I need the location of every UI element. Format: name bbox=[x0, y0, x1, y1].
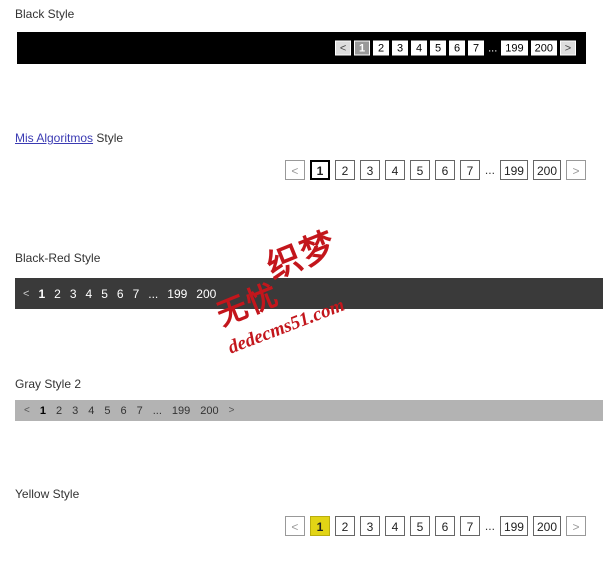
pager-black-next[interactable]: > bbox=[560, 40, 576, 56]
pager-mis-page-7[interactable]: 7 bbox=[459, 160, 480, 180]
pager-yellow-page-3[interactable]: 3 bbox=[359, 516, 380, 536]
pager-blackred-page-199[interactable]: 199 bbox=[167, 287, 187, 301]
pager-gray2-ellipsis: ... bbox=[152, 404, 162, 417]
pager-yellow-ellipsis: ... bbox=[484, 519, 495, 533]
pager-yellow-page-2[interactable]: 2 bbox=[334, 516, 355, 536]
section-title-yellow: Yellow Style bbox=[15, 487, 79, 501]
section-title-black: Black Style bbox=[15, 7, 74, 21]
pager-mis-page-200[interactable]: 200 bbox=[532, 160, 561, 180]
pager-gray2-page-4[interactable]: 4 bbox=[88, 405, 94, 417]
pagination-gray-2[interactable]: < 1 2 3 4 5 6 7 ... 199 200 > bbox=[24, 405, 234, 417]
section-title-blackred-text: Black-Red Style bbox=[15, 251, 101, 265]
pager-black-page-5[interactable]: 5 bbox=[430, 40, 447, 56]
pager-blackred-page-200[interactable]: 200 bbox=[196, 287, 216, 301]
pager-gray2-page-1[interactable]: 1 bbox=[40, 405, 46, 417]
pager-gray2-prev[interactable]: < bbox=[24, 405, 30, 416]
pager-gray2-next[interactable]: > bbox=[229, 405, 235, 416]
pager-blackred-prev[interactable]: < bbox=[23, 288, 29, 300]
pager-black-ellipsis: ... bbox=[488, 42, 498, 54]
pager-mis-page-6[interactable]: 6 bbox=[434, 160, 455, 180]
pager-yellow-page-199[interactable]: 199 bbox=[499, 516, 528, 536]
section-title-yellow-text: Yellow Style bbox=[15, 487, 80, 501]
section-title-mis-text: Style bbox=[96, 131, 124, 145]
pager-black-page-2[interactable]: 2 bbox=[373, 40, 390, 56]
gray-style-2-bar: < 1 2 3 4 5 6 7 ... 199 200 > bbox=[15, 400, 603, 421]
pagination-mis-algoritmos[interactable]: < 1 2 3 4 5 6 7 ... 199 200 > bbox=[284, 160, 586, 180]
pagination-yellow[interactable]: < 1 2 3 4 5 6 7 ... 199 200 > bbox=[284, 516, 586, 536]
pager-black-page-3[interactable]: 3 bbox=[392, 40, 409, 56]
pager-yellow-page-4[interactable]: 4 bbox=[384, 516, 405, 536]
pager-yellow-page-5[interactable]: 5 bbox=[409, 516, 430, 536]
pager-blackred-ellipsis: ... bbox=[148, 286, 159, 301]
pager-yellow-page-200[interactable]: 200 bbox=[532, 516, 561, 536]
pager-black-prev[interactable]: < bbox=[335, 40, 352, 56]
black-red-style-bar: < 1 2 3 4 5 6 7 ... 199 200 bbox=[15, 278, 603, 309]
pager-blackred-page-4[interactable]: 4 bbox=[86, 287, 93, 301]
pager-mis-page-1[interactable]: 1 bbox=[309, 160, 330, 180]
pager-mis-next[interactable]: > bbox=[566, 160, 586, 180]
pager-mis-page-3[interactable]: 3 bbox=[359, 160, 380, 180]
pager-yellow-next[interactable]: > bbox=[566, 516, 586, 536]
pager-black-page-7[interactable]: 7 bbox=[468, 40, 485, 56]
black-style-bar: < 1 2 3 4 5 6 7 ... 199 200 > bbox=[17, 32, 586, 64]
section-title-black-text: Black Style bbox=[15, 7, 75, 21]
pager-gray2-page-7[interactable]: 7 bbox=[137, 405, 143, 417]
pager-mis-page-199[interactable]: 199 bbox=[499, 160, 528, 180]
pager-black-page-200[interactable]: 200 bbox=[530, 40, 557, 56]
pager-blackred-page-6[interactable]: 6 bbox=[117, 287, 124, 301]
pagination-black[interactable]: < 1 2 3 4 5 6 7 ... 199 200 > bbox=[335, 40, 576, 56]
pager-blackred-page-7[interactable]: 7 bbox=[133, 287, 140, 301]
pagination-black-red[interactable]: < 1 2 3 4 5 6 7 ... 199 200 bbox=[23, 287, 216, 301]
mis-algoritmos-link[interactable]: Mis Algoritmos bbox=[15, 131, 93, 145]
pager-yellow-page-6[interactable]: 6 bbox=[434, 516, 455, 536]
pager-mis-page-5[interactable]: 5 bbox=[409, 160, 430, 180]
pager-blackred-page-5[interactable]: 5 bbox=[101, 287, 108, 301]
pager-gray2-page-2[interactable]: 2 bbox=[56, 405, 62, 417]
pager-blackred-page-1[interactable]: 1 bbox=[38, 287, 45, 301]
section-title-blackred: Black-Red Style bbox=[15, 251, 100, 265]
pager-blackred-page-2[interactable]: 2 bbox=[54, 287, 61, 301]
pager-yellow-page-7[interactable]: 7 bbox=[459, 516, 480, 536]
pager-mis-ellipsis: ... bbox=[484, 163, 495, 177]
pager-mis-prev[interactable]: < bbox=[284, 160, 305, 180]
pager-yellow-prev[interactable]: < bbox=[284, 516, 305, 536]
pager-mis-page-2[interactable]: 2 bbox=[334, 160, 355, 180]
pager-mis-page-4[interactable]: 4 bbox=[384, 160, 405, 180]
pager-gray2-page-199[interactable]: 199 bbox=[172, 405, 190, 417]
pager-blackred-page-3[interactable]: 3 bbox=[70, 287, 77, 301]
pager-gray2-page-5[interactable]: 5 bbox=[104, 405, 110, 417]
pager-black-page-199[interactable]: 199 bbox=[501, 40, 528, 56]
section-title-mis: Mis Algoritmos Style bbox=[15, 131, 123, 145]
section-title-gray2: Gray Style 2 bbox=[15, 377, 81, 391]
pager-yellow-page-1[interactable]: 1 bbox=[309, 516, 330, 536]
pager-gray2-page-6[interactable]: 6 bbox=[120, 405, 126, 417]
pager-gray2-page-3[interactable]: 3 bbox=[72, 405, 78, 417]
section-title-gray2-text: Gray Style 2 bbox=[15, 377, 82, 391]
pager-gray2-page-200[interactable]: 200 bbox=[200, 405, 218, 417]
pager-black-page-1[interactable]: 1 bbox=[354, 40, 371, 56]
pager-black-page-4[interactable]: 4 bbox=[411, 40, 428, 56]
pager-black-page-6[interactable]: 6 bbox=[449, 40, 466, 56]
